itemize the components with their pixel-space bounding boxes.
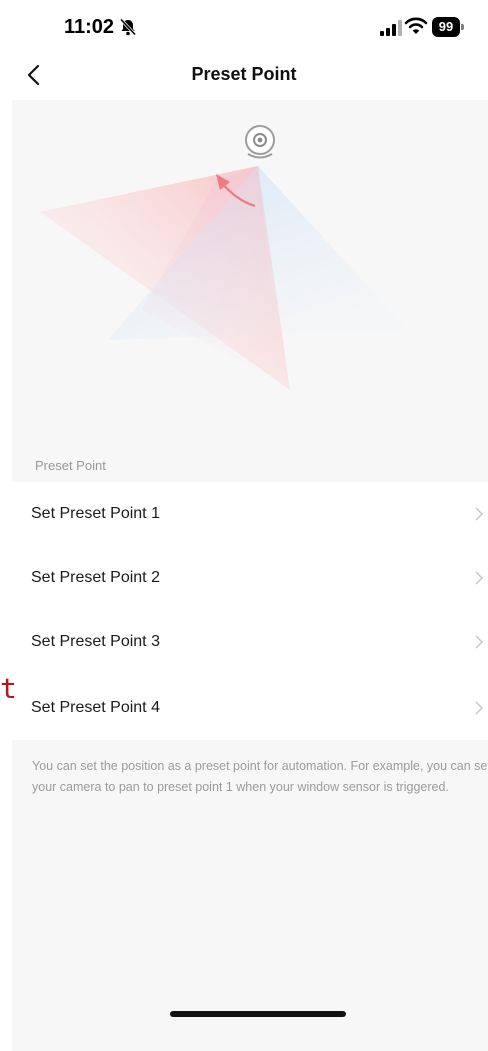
status-time: 11:02	[64, 16, 115, 38]
camera-icon	[245, 125, 275, 159]
camera-preview	[12, 100, 488, 482]
preset-item-1[interactable]: Set Preset Point 1	[0, 482, 488, 546]
preset-item-label: Set Preset Point 1	[31, 505, 160, 522]
signal-icon	[380, 20, 402, 36]
preset-item-4[interactable]: Set Preset Point 4	[0, 676, 488, 740]
page-title: Preset Point	[191, 64, 297, 84]
chevron-right-icon	[475, 507, 483, 521]
chevron-right-icon	[475, 635, 483, 649]
wifi-icon	[404, 17, 428, 34]
preset-item-label: Set Preset Point 2	[31, 569, 160, 586]
preset-item-3[interactable]: Set Preset Point 3	[0, 610, 488, 674]
home-indicator[interactable]	[170, 1011, 346, 1017]
battery-indicator: 99	[432, 17, 464, 37]
preset-item-label: Set Preset Point 3	[31, 633, 160, 650]
overlay-glyph: t	[0, 672, 17, 705]
chevron-left-icon[interactable]	[22, 62, 46, 88]
help-text: You can set the position as a preset poi…	[32, 759, 488, 794]
battery-tip	[461, 24, 464, 30]
pan-sweep-illustration	[40, 125, 408, 390]
section-label: Preset Point	[35, 458, 106, 473]
battery-level: 99	[432, 17, 460, 37]
help-note: You can set the position as a preset poi…	[12, 740, 488, 1051]
chevron-right-icon	[475, 701, 483, 715]
preset-item-label: Set Preset Point 4	[31, 699, 160, 716]
status-bar: 11:02 99	[0, 0, 488, 50]
preset-item-2[interactable]: Set Preset Point 2	[0, 546, 488, 610]
chevron-right-icon	[475, 571, 483, 585]
bell-slash-icon	[119, 18, 137, 36]
nav-bar: Preset Point	[0, 50, 488, 100]
